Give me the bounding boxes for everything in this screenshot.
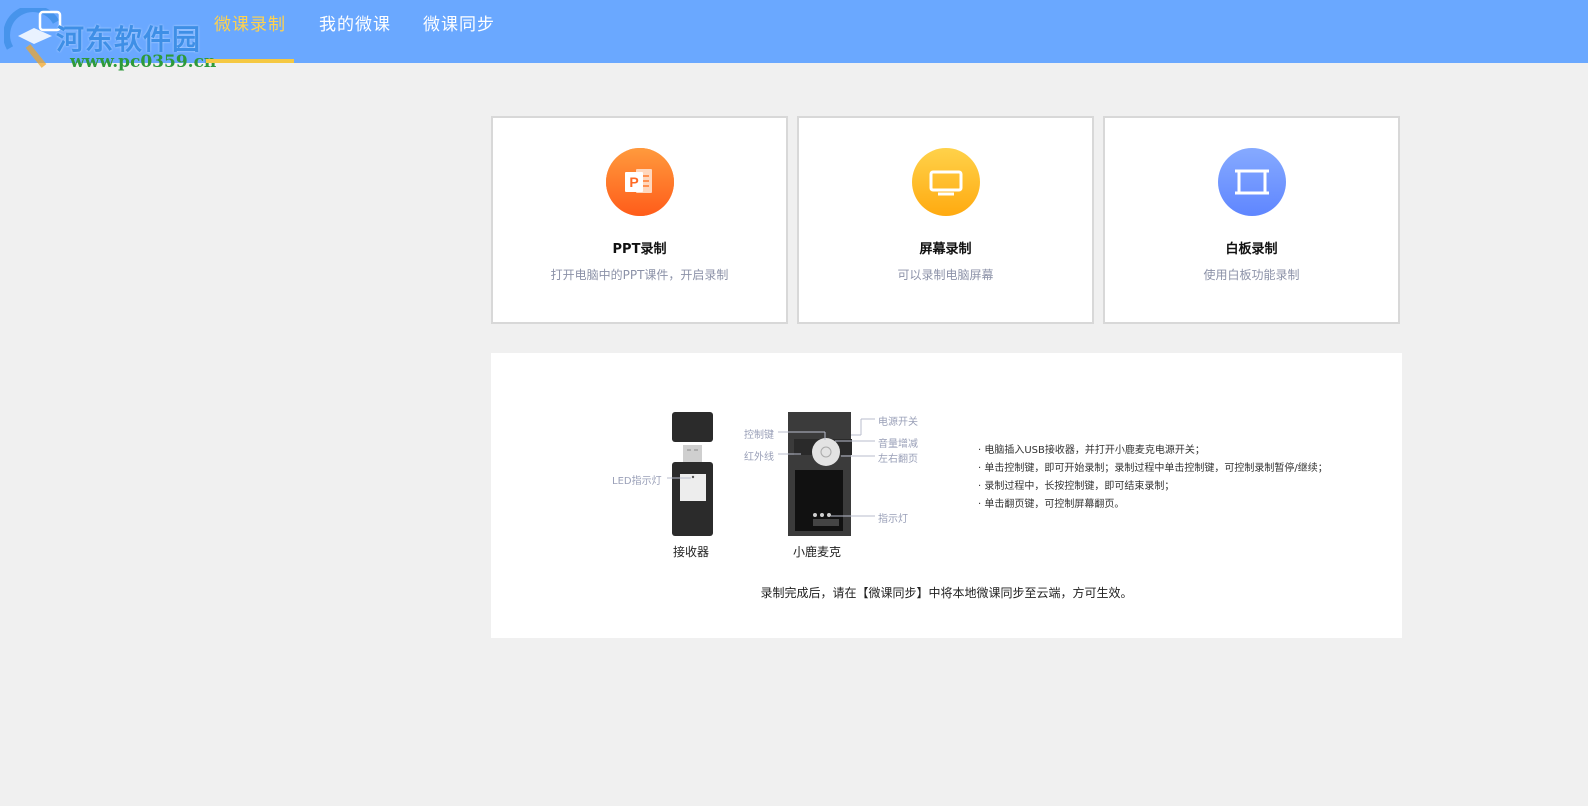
card-title: 屏幕录制 (919, 242, 972, 257)
mic-illustration (788, 412, 852, 536)
callout-control-key: 控制键 (744, 430, 774, 441)
callout-led: LED指示灯 (612, 476, 662, 487)
instruction-item: · 单击翻页键，可控制屏幕翻页。 (978, 499, 1125, 510)
mic-label: 小鹿麦克 (793, 545, 842, 559)
card-description: 使用白板功能录制 (1203, 268, 1300, 282)
tab-lesson-recording[interactable]: 微课录制 (206, 0, 294, 63)
monitor-icon (911, 148, 980, 216)
sync-reminder-note: 录制完成后，请在【微课同步】中将本地微课同步至云端，方可生效。 (760, 586, 1133, 600)
callout-infrared: 红外线 (744, 452, 774, 463)
watermark-url: www.pc0359.cn (70, 52, 217, 72)
screen-recording-card[interactable]: 屏幕录制 可以录制电脑屏幕 (797, 116, 1094, 324)
card-title: PPT录制 (612, 242, 667, 257)
card-title: 白板录制 (1225, 242, 1278, 257)
whiteboard-icon (1217, 148, 1286, 216)
instruction-item: · 电脑插入USB接收器，并打开小鹿麦克电源开关； (978, 445, 1205, 456)
card-description: 打开电脑中的PPT课件，开启录制 (550, 268, 729, 282)
usb-receiver-illustration (672, 412, 713, 536)
top-navigation-bar: 河东软件园 www.pc0359.cn 微课录制 我的微课 微课同步 (0, 0, 1588, 72)
callout-indicator: 指示灯 (878, 514, 908, 525)
callout-page-turn: 左右翻页 (878, 454, 918, 465)
whiteboard-recording-card[interactable]: 白板录制 使用白板功能录制 (1103, 116, 1400, 324)
device-guide-panel: LED指示灯 控制键 红外线 电源开关 音量增减 左右翻页 指示灯 接收器 小鹿… (491, 353, 1402, 638)
callout-volume: 音量增减 (878, 439, 918, 450)
app-logo: 河东软件园 www.pc0359.cn (4, 8, 216, 72)
card-description: 可以录制电脑屏幕 (897, 268, 994, 282)
ppt-icon: P (605, 148, 674, 216)
tab-my-lessons[interactable]: 我的微课 (319, 0, 391, 63)
tab-lesson-sync[interactable]: 微课同步 (423, 0, 495, 63)
receiver-label: 接收器 (673, 545, 710, 559)
instruction-item: · 单击控制键，即可开始录制；录制过程中单击控制键，可控制录制暂停/继续； (978, 463, 1328, 474)
ppt-recording-card[interactable]: P PPT录制 打开电脑中的PPT课件，开启录制 (491, 116, 788, 324)
callout-power: 电源开关 (878, 417, 918, 428)
svg-text:P: P (629, 174, 638, 190)
instruction-item: · 录制过程中，长按控制键，即可结束录制； (978, 481, 1175, 492)
